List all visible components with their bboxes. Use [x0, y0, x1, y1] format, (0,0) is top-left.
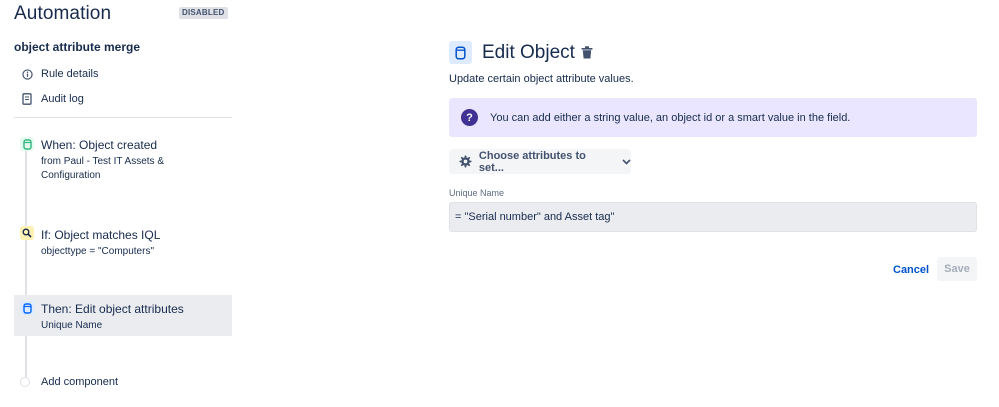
info-icon [21, 68, 33, 80]
nav-audit-log-label: Audit log [41, 93, 84, 105]
step-condition-title: If: Object matches IQL [41, 228, 161, 242]
step-trigger[interactable]: When: Object created from Paul - Test IT… [14, 132, 232, 192]
sidebar-divider [14, 117, 232, 118]
rule-name: object attribute merge [14, 40, 141, 54]
nav-rule-details-label: Rule details [41, 68, 99, 80]
add-component[interactable]: Add component [20, 376, 118, 388]
gear-icon [459, 155, 473, 169]
object-icon [20, 301, 34, 315]
info-message-text: You can add either a string value, an ob… [490, 111, 851, 124]
object-icon [20, 137, 34, 151]
step-trigger-subtitle: from Paul - Test IT Assets & Configurati… [41, 156, 165, 181]
step-action[interactable]: Then: Edit object attributes Unique Name [14, 295, 232, 336]
question-icon: ? [461, 109, 478, 126]
unique-name-label: Unique Name [449, 188, 505, 198]
panel-description: Update certain object attribute values. [449, 73, 634, 85]
step-condition[interactable]: If: Object matches IQL objecttype = "Com… [14, 221, 232, 265]
choose-attributes-button[interactable]: Choose attributes to set... [449, 149, 631, 174]
app-title: Automation [14, 3, 112, 24]
step-condition-subtitle: objecttype = "Computers" [41, 246, 154, 257]
save-button[interactable]: Save [937, 257, 977, 281]
cancel-button[interactable]: Cancel [887, 258, 935, 282]
add-component-label: Add component [41, 376, 119, 388]
unique-name-input[interactable] [449, 202, 977, 232]
document-icon [21, 93, 33, 105]
object-icon [449, 41, 472, 64]
add-component-dot-icon [20, 377, 30, 387]
choose-attributes-label: Choose attributes to set... [478, 149, 586, 174]
nav-audit-log[interactable]: Audit log [21, 91, 84, 107]
chevron-down-icon [621, 157, 631, 167]
search-icon [20, 226, 34, 240]
edit-object-panel: Edit Object Update certain object attrib… [449, 0, 977, 407]
panel-title: Edit Object [482, 42, 575, 63]
step-action-subtitle: Unique Name [41, 320, 103, 331]
step-trigger-title: When: Object created [41, 138, 158, 152]
status-badge: DISABLED [179, 7, 228, 19]
rule-sidebar: Automation DISABLED object attribute mer… [0, 0, 240, 407]
info-message: ? You can add either a string value, an … [449, 98, 977, 137]
trash-icon[interactable] [580, 45, 594, 59]
nav-rule-details[interactable]: Rule details [21, 66, 98, 82]
step-action-title: Then: Edit object attributes [41, 302, 184, 316]
